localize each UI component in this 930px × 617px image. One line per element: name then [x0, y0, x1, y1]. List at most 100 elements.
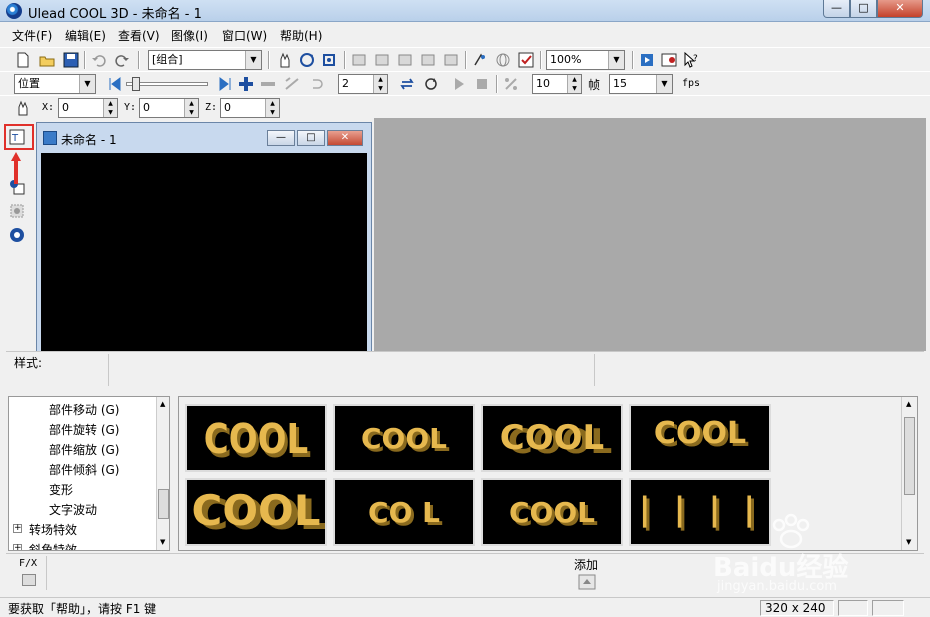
- align-right-icon[interactable]: [396, 51, 414, 69]
- percent-icon[interactable]: [502, 75, 520, 93]
- loop-back-icon[interactable]: [307, 75, 325, 93]
- align-icon[interactable]: [350, 51, 368, 69]
- ping-pong-icon[interactable]: [422, 75, 440, 93]
- style-thumbnail[interactable]: CO L: [333, 478, 475, 546]
- style-thumbnail[interactable]: COOL: [481, 478, 623, 546]
- menu-image[interactable]: 图像(I): [171, 27, 208, 44]
- expand-icon[interactable]: +: [13, 544, 22, 550]
- export-icon[interactable]: [660, 51, 678, 69]
- expand-icon[interactable]: +: [13, 524, 22, 533]
- current-frame-field[interactable]: 2 ▲ ▼: [338, 74, 388, 94]
- play-preview-icon[interactable]: [638, 51, 656, 69]
- menu-help[interactable]: 帮助(H): [280, 27, 322, 44]
- spin-arrows-icon[interactable]: ▲ ▼: [373, 75, 387, 93]
- help-pointer-icon[interactable]: ?: [682, 51, 700, 69]
- new-file-icon[interactable]: [14, 51, 32, 69]
- remove-keyframe-icon[interactable]: [259, 75, 277, 93]
- spin-arrows-icon[interactable]: ▲ ▼: [567, 75, 581, 93]
- add-icon[interactable]: [578, 574, 596, 590]
- align-center-icon[interactable]: [373, 51, 391, 69]
- align-bottom-icon[interactable]: [442, 51, 460, 69]
- spin-arrows-icon[interactable]: ▲ ▼: [184, 99, 198, 117]
- reverse-icon[interactable]: [283, 75, 301, 93]
- tree-item[interactable]: 文字波动: [49, 501, 97, 518]
- stop-icon[interactable]: [473, 75, 491, 93]
- maximize-button[interactable]: □: [850, 0, 877, 18]
- object-select[interactable]: [组合] ▼: [148, 50, 262, 70]
- y-label: Y:: [124, 102, 137, 113]
- style-thumbnail[interactable]: COOL: [333, 404, 475, 472]
- y-field[interactable]: 0 ▲ ▼: [139, 98, 199, 118]
- move-hand-icon[interactable]: [14, 99, 32, 117]
- style-thumbnail[interactable]: COOL: [629, 404, 771, 472]
- open-folder-icon[interactable]: [38, 51, 56, 69]
- minimize-button[interactable]: —: [823, 0, 850, 18]
- light-icon[interactable]: [471, 51, 489, 69]
- total-frames-field[interactable]: 10 ▲ ▼: [532, 74, 582, 94]
- gallery-scrollbar[interactable]: ▲ ▼: [901, 397, 917, 550]
- scroll-down-icon[interactable]: ▼: [160, 538, 165, 546]
- fps-select[interactable]: 15 ▼: [609, 74, 673, 94]
- doc-close-button[interactable]: ✕: [327, 130, 363, 146]
- z-value: 0: [224, 101, 231, 114]
- tree-item[interactable]: 部件移动 (G): [49, 401, 119, 418]
- tree-item[interactable]: 变形: [49, 481, 73, 498]
- status-cell: [872, 600, 904, 616]
- edit-object-icon[interactable]: [8, 202, 26, 220]
- globe-icon[interactable]: [494, 51, 512, 69]
- scroll-thumb[interactable]: [904, 417, 915, 495]
- align-top-icon[interactable]: [419, 51, 437, 69]
- attribute-select[interactable]: 位置 ▼: [14, 74, 96, 94]
- frames-label: 帧: [588, 78, 601, 92]
- scroll-up-icon[interactable]: ▲: [906, 400, 911, 408]
- style-thumbnail[interactable]: COOL: [481, 404, 623, 472]
- tree-root[interactable]: 转场特效: [29, 521, 77, 538]
- spin-arrows-icon[interactable]: ▲ ▼: [103, 99, 117, 117]
- tree-scrollbar[interactable]: ▲ ▼: [156, 397, 169, 550]
- close-button[interactable]: ✕: [877, 0, 923, 18]
- size-object-icon[interactable]: [320, 51, 338, 69]
- redo-icon[interactable]: [113, 51, 131, 69]
- last-frame-icon[interactable]: [216, 75, 234, 93]
- zoom-select[interactable]: 100% ▼: [546, 50, 625, 70]
- menu-edit[interactable]: 编辑(E): [65, 27, 106, 44]
- doc-maximize-button[interactable]: □: [297, 130, 325, 146]
- insert-ring-icon[interactable]: [8, 226, 26, 244]
- style-label: 样式:: [14, 356, 43, 370]
- scroll-up-icon[interactable]: ▲: [160, 400, 165, 408]
- tree-root[interactable]: 斜角特效: [29, 541, 77, 550]
- edit-check-icon[interactable]: [517, 51, 535, 69]
- add-keyframe-icon[interactable]: [237, 75, 255, 93]
- menu-window[interactable]: 窗口(W): [222, 27, 267, 44]
- status-help-text: 要获取「帮助」，请按 F1 键: [8, 602, 157, 616]
- first-frame-icon[interactable]: [106, 75, 124, 93]
- slider-thumb[interactable]: [132, 77, 140, 91]
- tree-item[interactable]: 部件倾斜 (G): [49, 461, 119, 478]
- style-thumbnail[interactable]: | | | |: [629, 478, 771, 546]
- undo-icon[interactable]: [90, 51, 108, 69]
- fx-label: F/X: [19, 558, 38, 569]
- move-hand-icon[interactable]: [276, 51, 294, 69]
- spin-arrows-icon[interactable]: ▲ ▼: [265, 99, 279, 117]
- menu-file[interactable]: 文件(F): [12, 27, 52, 44]
- loop-icon[interactable]: [398, 75, 416, 93]
- fx-button[interactable]: [22, 574, 36, 586]
- doc-minimize-button[interactable]: —: [267, 130, 295, 146]
- save-icon[interactable]: [62, 51, 80, 69]
- x-field[interactable]: 0 ▲ ▼: [58, 98, 118, 118]
- red-arrow-icon: [11, 152, 21, 184]
- tree-item[interactable]: 部件缩放 (G): [49, 441, 119, 458]
- timeline-slider[interactable]: [126, 76, 208, 94]
- rotate-object-icon[interactable]: [298, 51, 316, 69]
- status-bar: 要获取「帮助」，请按 F1 键 320 x 240: [0, 597, 930, 617]
- document-icon: [43, 131, 57, 145]
- render-canvas[interactable]: [41, 153, 367, 353]
- style-thumbnail[interactable]: COOL: [185, 404, 327, 472]
- scroll-thumb[interactable]: [158, 489, 169, 519]
- play-icon[interactable]: [450, 75, 468, 93]
- menu-view[interactable]: 查看(V): [118, 27, 160, 44]
- scroll-down-icon[interactable]: ▼: [906, 538, 911, 546]
- z-field[interactable]: 0 ▲ ▼: [220, 98, 280, 118]
- style-thumbnail[interactable]: COOL: [185, 478, 327, 546]
- tree-item[interactable]: 部件旋转 (G): [49, 421, 119, 438]
